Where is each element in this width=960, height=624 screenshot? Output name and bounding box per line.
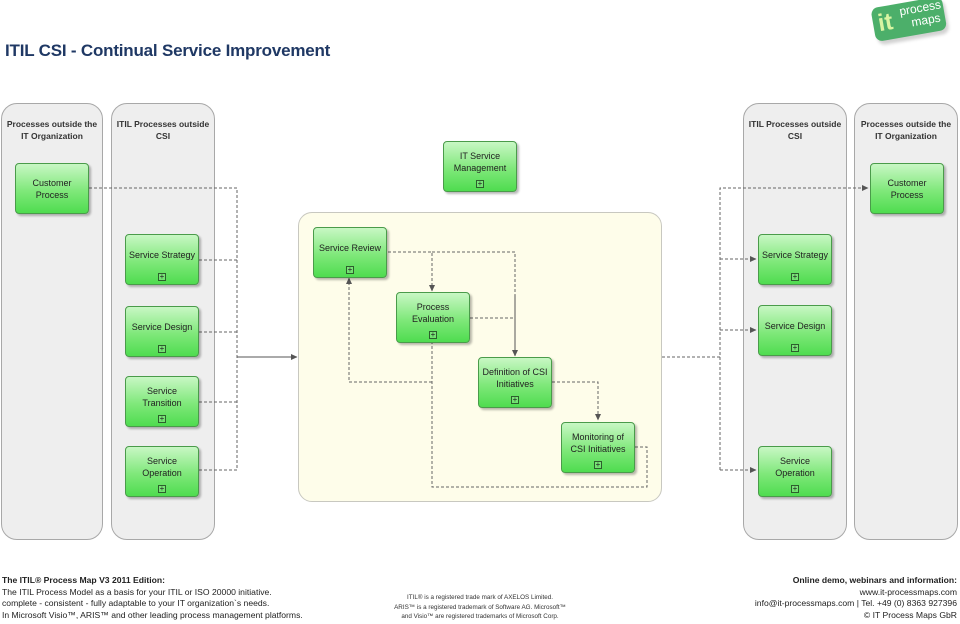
footer-left-line: complete - consistent - fully adaptable … bbox=[2, 598, 270, 609]
box-label: Customer Process bbox=[32, 177, 72, 200]
customer-process-right[interactable]: Customer Process bbox=[870, 163, 944, 214]
trademark-line: ITIL® is a registered trade mark of AXEL… bbox=[406, 594, 554, 601]
footer-trademarks: ITIL® is a registered trade mark of AXEL… bbox=[362, 593, 598, 622]
expand-icon[interactable]: + bbox=[158, 485, 166, 493]
expand-icon[interactable]: + bbox=[791, 273, 799, 281]
box-label: IT Service Management bbox=[453, 150, 507, 173]
expand-icon[interactable]: + bbox=[158, 415, 166, 423]
trademark-line: ARIS™ is a registered trademark of Softw… bbox=[394, 603, 566, 611]
contact-line[interactable]: info@it-processmaps.com | Tel. +49 (0) 8… bbox=[755, 598, 957, 610]
lane-title: Processes outside the IT Organization bbox=[860, 119, 952, 141]
box-label: Service Operation bbox=[775, 455, 815, 478]
expand-icon[interactable]: + bbox=[476, 180, 484, 188]
box-label: Definition of CSI Initiatives bbox=[482, 366, 548, 389]
box-label: Service Transition bbox=[142, 385, 182, 408]
footer-left-heading: The ITIL® Process Map V3 2011 Edition: bbox=[2, 575, 165, 585]
definition-of-csi-initiatives[interactable]: Definition of CSI Initiatives + bbox=[478, 357, 552, 408]
service-transition-left[interactable]: Service Transition + bbox=[125, 376, 199, 427]
service-strategy-right[interactable]: Service Strategy + bbox=[758, 234, 832, 285]
process-evaluation[interactable]: Process Evaluation + bbox=[396, 292, 470, 343]
it-service-management[interactable]: IT Service Management + bbox=[443, 141, 517, 192]
box-label: Service Operation bbox=[142, 455, 182, 478]
box-label: Service Strategy bbox=[128, 249, 196, 260]
expand-icon[interactable]: + bbox=[511, 396, 519, 404]
expand-icon[interactable]: + bbox=[791, 485, 799, 493]
service-review[interactable]: Service Review + bbox=[313, 227, 387, 278]
lane-title: ITIL Processes outside CSI bbox=[748, 119, 842, 141]
expand-icon[interactable]: + bbox=[594, 461, 602, 469]
footer-left-line: The ITIL Process Model as a basis for yo… bbox=[2, 586, 272, 597]
expand-icon[interactable]: + bbox=[158, 273, 166, 281]
box-label: Service Design bbox=[131, 321, 193, 332]
footer-right-heading: Online demo, webinars and information: bbox=[792, 575, 957, 585]
service-design-left[interactable]: Service Design + bbox=[125, 306, 199, 357]
it-process-maps-logo[interactable]: it process maps bbox=[870, 0, 948, 44]
lane-title: Processes outside the IT Organization bbox=[6, 119, 98, 141]
footer-contact: Online demo, webinars and information: w… bbox=[755, 575, 957, 622]
expand-icon[interactable]: + bbox=[429, 331, 437, 339]
box-label: Process Evaluation bbox=[411, 301, 455, 324]
expand-icon[interactable]: + bbox=[158, 345, 166, 353]
expand-icon[interactable]: + bbox=[346, 266, 354, 274]
monitoring-of-csi-initiatives[interactable]: Monitoring of CSI Initiatives + bbox=[561, 422, 635, 473]
service-operation-left[interactable]: Service Operation + bbox=[125, 446, 199, 497]
expand-icon[interactable]: + bbox=[791, 344, 799, 352]
box-label: Service Strategy bbox=[761, 249, 829, 260]
service-operation-right[interactable]: Service Operation + bbox=[758, 446, 832, 497]
box-label: Monitoring of CSI Initiatives bbox=[570, 431, 626, 454]
service-design-right[interactable]: Service Design + bbox=[758, 305, 832, 356]
service-strategy-left[interactable]: Service Strategy + bbox=[125, 234, 199, 285]
footer-info-left: The ITIL® Process Map V3 2011 Edition: T… bbox=[2, 575, 303, 622]
box-label: Service Review bbox=[318, 242, 382, 253]
trademark-line: and Visio™ are registered trademarks of … bbox=[401, 613, 559, 620]
customer-process-left[interactable]: Customer Process bbox=[15, 163, 89, 214]
copyright: © IT Process Maps GbR bbox=[863, 610, 957, 621]
page-title: ITIL CSI - Continual Service Improvement bbox=[5, 41, 331, 60]
footer-left-line: In Microsoft Visio™, ARIS™ and other lea… bbox=[2, 610, 303, 621]
box-label: Service Design bbox=[764, 320, 826, 331]
box-label: Customer Process bbox=[887, 177, 927, 200]
website-link[interactable]: www.it-processmaps.com bbox=[755, 587, 957, 599]
lane-title: ITIL Processes outside CSI bbox=[116, 119, 210, 141]
